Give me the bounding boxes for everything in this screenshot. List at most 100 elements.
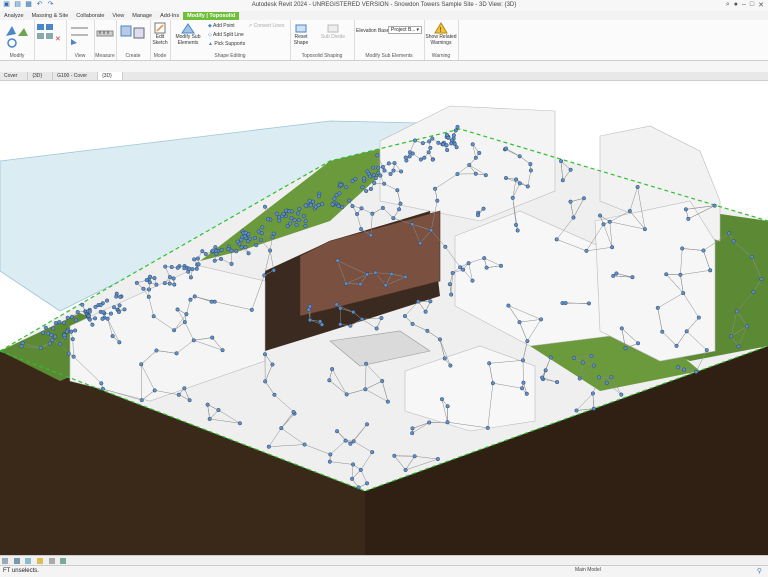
topo-point[interactable] [147, 288, 151, 292]
topo-point[interactable] [365, 423, 369, 427]
topo-point[interactable] [352, 310, 356, 314]
modify-icon[interactable] [2, 22, 32, 48]
topo-point[interactable] [393, 161, 397, 165]
topo-point[interactable] [172, 328, 176, 332]
topo-point[interactable] [118, 304, 122, 308]
topo-point[interactable] [381, 206, 385, 210]
topo-point[interactable] [304, 219, 308, 223]
topo-point[interactable] [564, 301, 568, 305]
topo-point[interactable] [345, 185, 349, 189]
topo-point[interactable] [592, 407, 596, 411]
topo-point[interactable] [118, 341, 122, 345]
topo-point[interactable] [297, 218, 301, 222]
topo-point[interactable] [317, 203, 321, 207]
topo-point[interactable] [446, 420, 450, 424]
topo-point[interactable] [66, 316, 70, 320]
topo-point[interactable] [454, 129, 458, 133]
topo-point[interactable] [296, 212, 300, 216]
topo-point[interactable] [263, 352, 267, 356]
topo-point[interactable] [380, 379, 384, 383]
topo-point[interactable] [436, 199, 440, 203]
topo-point[interactable] [572, 216, 576, 220]
topo-point[interactable] [112, 305, 116, 309]
topo-point[interactable] [514, 223, 518, 227]
topo-point[interactable] [246, 239, 250, 243]
topo-point[interactable] [611, 274, 615, 278]
topo-point[interactable] [286, 224, 290, 228]
topo-point[interactable] [268, 249, 272, 253]
topo-point[interactable] [427, 421, 431, 425]
topo-point[interactable] [73, 329, 77, 333]
topo-point[interactable] [195, 267, 199, 271]
topo-point[interactable] [187, 267, 191, 271]
topo-point[interactable] [102, 311, 106, 315]
topo-point[interactable] [467, 261, 471, 265]
minimize-icon[interactable]: – [742, 1, 746, 9]
topo-point[interactable] [697, 316, 701, 320]
topo-point[interactable] [431, 137, 435, 141]
topo-point[interactable] [729, 334, 733, 338]
topo-point[interactable] [569, 168, 573, 172]
topo-point[interactable] [62, 321, 66, 325]
topo-point[interactable] [364, 362, 368, 366]
topo-point[interactable] [244, 245, 248, 249]
topo-point[interactable] [427, 140, 431, 144]
topo-point[interactable] [581, 361, 585, 365]
topo-point[interactable] [114, 295, 118, 299]
topo-point[interactable] [482, 256, 486, 260]
topo-point[interactable] [372, 181, 376, 185]
topo-point[interactable] [208, 417, 212, 421]
show-related-warnings-button[interactable]: ! Show Related Warnings [424, 22, 458, 46]
topo-point[interactable] [702, 249, 706, 253]
topo-point[interactable] [63, 333, 67, 337]
topo-point[interactable] [438, 338, 442, 342]
topo-point[interactable] [340, 205, 344, 209]
topo-point[interactable] [308, 199, 312, 203]
topo-point[interactable] [392, 169, 396, 173]
topo-point[interactable] [101, 387, 105, 391]
topo-point[interactable] [257, 230, 261, 234]
topo-point[interactable] [44, 326, 48, 330]
topo-point[interactable] [349, 324, 353, 328]
topo-point[interactable] [413, 139, 417, 143]
topo-point[interactable] [177, 393, 181, 397]
filter-icon[interactable]: ⚲ [757, 567, 762, 575]
topo-point[interactable] [215, 252, 219, 256]
topo-point[interactable] [411, 152, 415, 156]
topo-point[interactable] [328, 379, 332, 383]
topo-point[interactable] [308, 305, 312, 309]
topo-point[interactable] [393, 454, 397, 458]
topo-point[interactable] [760, 277, 764, 281]
topo-point[interactable] [333, 197, 337, 201]
topo-point[interactable] [735, 310, 739, 314]
topo-point[interactable] [101, 317, 105, 321]
topo-point[interactable] [445, 148, 449, 152]
topo-point[interactable] [335, 303, 339, 307]
topo-point[interactable] [290, 216, 294, 220]
topo-point[interactable] [253, 236, 257, 240]
topo-point[interactable] [374, 271, 378, 275]
topo-point[interactable] [389, 172, 393, 176]
toposolid-scene[interactable] [0, 81, 768, 557]
detail-level-icon[interactable] [14, 558, 20, 564]
topo-point[interactable] [279, 426, 283, 430]
pick-supports-button[interactable]: ▲ Pick Supports [208, 41, 245, 47]
topo-point[interactable] [404, 468, 408, 472]
topo-point[interactable] [371, 166, 375, 170]
topo-point[interactable] [381, 165, 385, 169]
topo-point[interactable] [549, 356, 553, 360]
topo-point[interactable] [175, 352, 179, 356]
topo-point[interactable] [364, 189, 368, 193]
topo-point[interactable] [675, 344, 679, 348]
tab-massing-site[interactable]: Massing & Site [28, 12, 73, 20]
topo-point[interactable] [452, 134, 456, 138]
topo-point[interactable] [511, 196, 515, 200]
topo-point[interactable] [359, 227, 363, 231]
topo-point[interactable] [147, 295, 151, 299]
topo-point[interactable] [192, 258, 196, 262]
topo-point[interactable] [410, 431, 414, 435]
topo-point[interactable] [69, 330, 73, 334]
topo-point[interactable] [529, 162, 533, 166]
topo-point[interactable] [504, 147, 508, 151]
topo-point[interactable] [440, 397, 444, 401]
